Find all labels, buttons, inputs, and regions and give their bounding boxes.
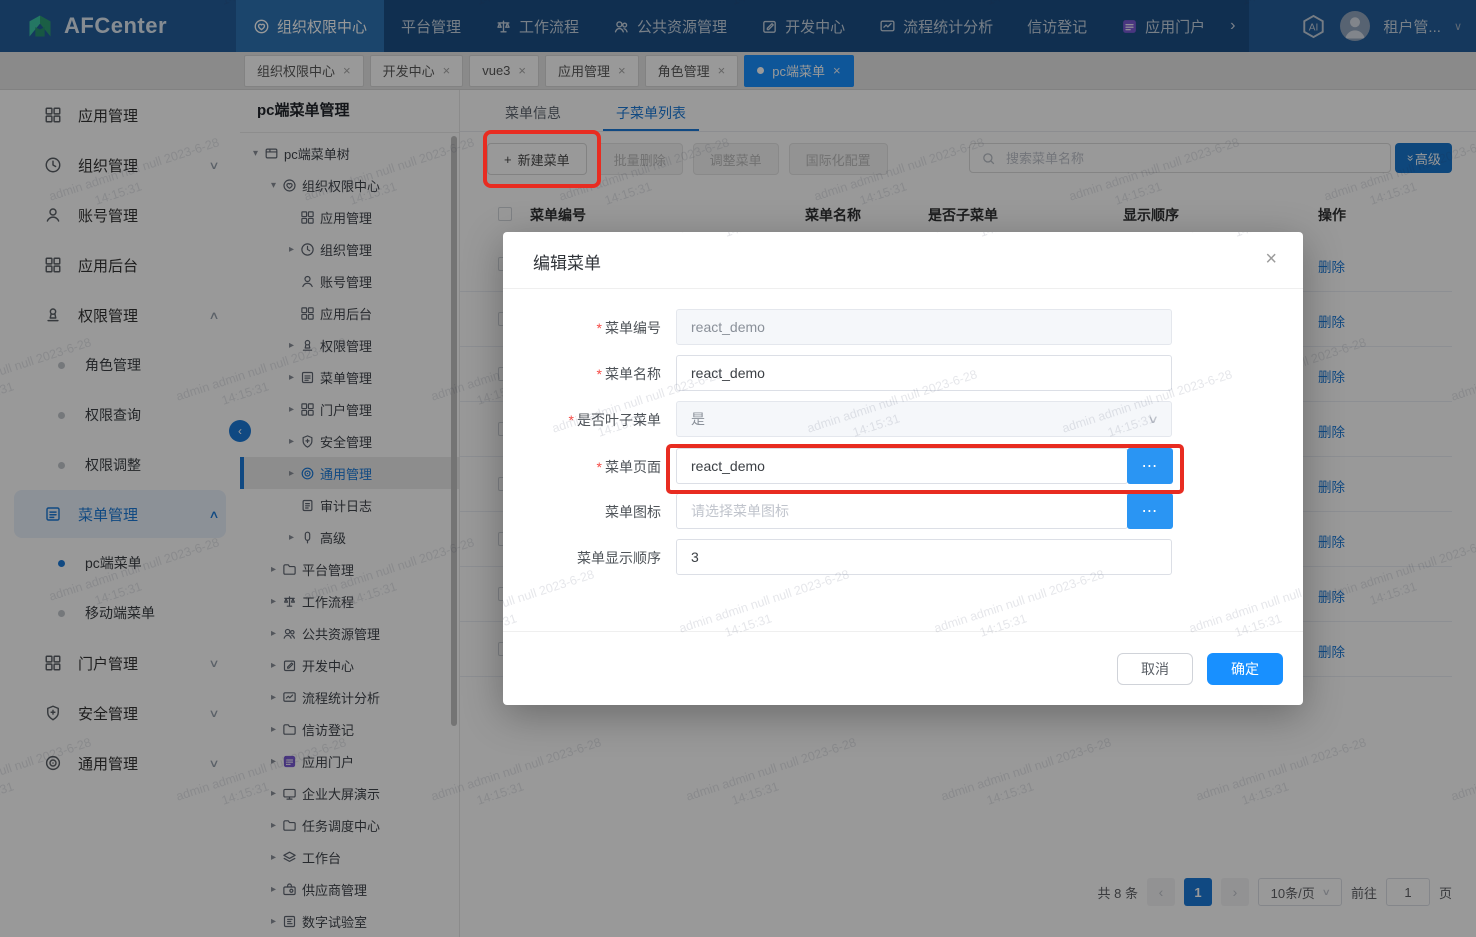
field-label: 菜单显示顺序 bbox=[503, 548, 661, 568]
placeholder-text: 请选择菜单图标 bbox=[691, 503, 789, 519]
watermark-line1: admin admin null null 2023-6-28 bbox=[932, 565, 1107, 637]
field-input-菜单图标[interactable]: 请选择菜单图标 bbox=[676, 493, 1128, 529]
field-label-text: 是否叶子菜单 bbox=[577, 412, 661, 428]
field-row-菜单图标: 菜单图标 请选择菜单图标 ⋯ bbox=[503, 493, 1303, 529]
field-input-是否叶子菜单: 是∨ bbox=[676, 401, 1172, 437]
field-input-菜单名称[interactable]: react_demo bbox=[676, 355, 1172, 391]
field-input-菜单编号: react_demo bbox=[676, 309, 1172, 345]
field-row-菜单显示顺序: 菜单显示顺序 3 bbox=[503, 539, 1303, 575]
required-asterisk: * bbox=[597, 320, 602, 336]
field-label-text: 菜单页面 bbox=[605, 459, 661, 475]
field-input-菜单页面[interactable]: react_demo bbox=[676, 448, 1128, 484]
field-label-text: 菜单显示顺序 bbox=[577, 550, 661, 566]
field-label: 菜单图标 bbox=[503, 502, 661, 522]
picker-button[interactable]: ⋯ bbox=[1127, 448, 1173, 484]
required-asterisk: * bbox=[569, 412, 574, 428]
field-label-text: 菜单编号 bbox=[605, 320, 661, 336]
watermark-line1: admin admin null null 2023-6-28 bbox=[1187, 565, 1303, 637]
field-label-text: 菜单图标 bbox=[605, 504, 661, 520]
field-input-菜单显示顺序[interactable]: 3 bbox=[676, 539, 1172, 575]
field-label: *菜单名称 bbox=[503, 364, 661, 384]
app-window: AFCenter 组织权限中心平台管理工作流程公共资源管理开发中心流程统计分析信… bbox=[0, 0, 1476, 937]
close-icon[interactable]: × bbox=[1265, 248, 1277, 271]
chevron-down-icon: ∨ bbox=[1147, 402, 1159, 438]
required-asterisk: * bbox=[597, 459, 602, 475]
cancel-button[interactable]: 取消 bbox=[1117, 653, 1193, 685]
picker-button[interactable]: ⋯ bbox=[1127, 493, 1173, 529]
watermark-line1: admin admin null null 2023-6-28 bbox=[503, 565, 597, 637]
required-asterisk: * bbox=[597, 366, 602, 382]
field-row-菜单页面: *菜单页面 react_demo⋯ bbox=[503, 448, 1303, 484]
dialog-header: 编辑菜单 × bbox=[503, 232, 1303, 289]
confirm-button[interactable]: 确定 bbox=[1207, 653, 1283, 685]
field-label: *菜单编号 bbox=[503, 318, 661, 338]
field-label: *是否叶子菜单 bbox=[503, 410, 661, 430]
edit-menu-dialog: 编辑菜单 × *菜单编号react_demo*菜单名称react_demo*是否… bbox=[503, 232, 1303, 705]
field-row-菜单名称: *菜单名称 react_demo bbox=[503, 355, 1303, 391]
dialog-footer: 取消 确定 bbox=[503, 631, 1303, 705]
field-row-是否叶子菜单: *是否叶子菜单是∨ bbox=[503, 401, 1303, 437]
watermark-line1: admin admin null null 2023-6-28 bbox=[677, 565, 852, 637]
field-label-text: 菜单名称 bbox=[605, 366, 661, 382]
dialog-title: 编辑菜单 bbox=[533, 249, 601, 274]
field-row-菜单编号: *菜单编号 react_demo bbox=[503, 309, 1303, 345]
field-label: *菜单页面 bbox=[503, 457, 661, 477]
